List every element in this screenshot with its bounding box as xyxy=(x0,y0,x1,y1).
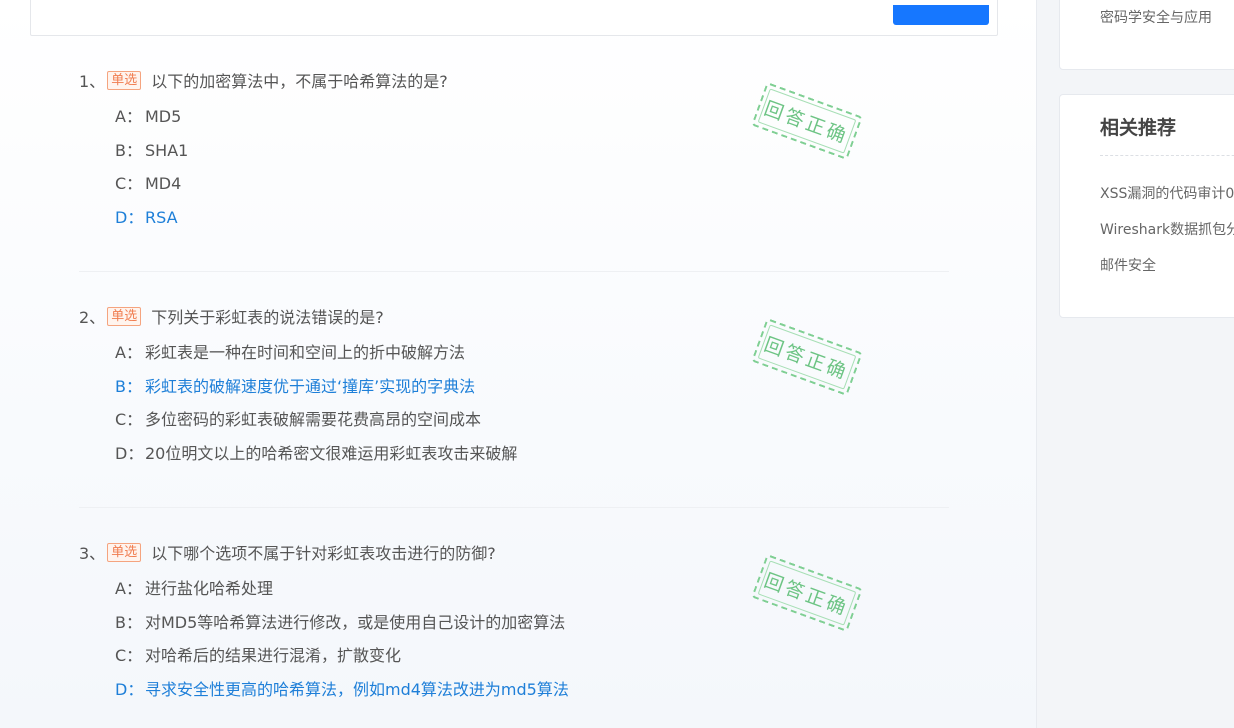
question-number: 2、 xyxy=(79,308,106,327)
question-header: 2、 单选 下列关于彩虹表的说法错误的是? xyxy=(79,304,949,328)
question-text: 下列关于彩虹表的说法错误的是? xyxy=(151,308,384,327)
question-type-badge: 单选 xyxy=(107,70,142,90)
sidebar-course-link[interactable]: 密码学安全与应用 xyxy=(1100,7,1212,27)
option-d[interactable]: D： 寻求安全性更高的哈希算法，例如md4算法改进为md5算法 xyxy=(115,673,949,707)
related-recommend-card: 相关推荐 XSS漏洞的代码审计0 Wireshark数据抓包分 邮件安全 xyxy=(1059,94,1234,318)
recommend-item[interactable]: 邮件安全 xyxy=(1100,255,1156,275)
question-header: 1、 单选 以下的加密算法中，不属于哈希算法的是? xyxy=(79,68,949,92)
question-number: 1、 xyxy=(79,72,106,91)
option-d[interactable]: D： 20位明文以上的哈希密文很难运用彩虹表攻击来破解 xyxy=(115,437,949,471)
question-3: 3、 单选 以下哪个选项不属于针对彩虹表攻击进行的防御? A： 进行盐化哈希处理 … xyxy=(79,540,949,707)
top-input-box xyxy=(30,0,998,36)
question-type-badge: 单选 xyxy=(107,542,142,562)
recommend-item[interactable]: Wireshark数据抓包分 xyxy=(1100,219,1234,239)
question-text: 以下的加密算法中，不属于哈希算法的是? xyxy=(151,72,448,91)
question-number: 3、 xyxy=(79,544,106,563)
recommend-title: 相关推荐 xyxy=(1100,117,1177,139)
divider xyxy=(79,507,949,508)
option-c[interactable]: C： MD4 xyxy=(115,167,949,201)
submit-button[interactable] xyxy=(893,5,989,25)
question-text: 以下哪个选项不属于针对彩虹表攻击进行的防御? xyxy=(151,544,496,563)
question-type-badge: 单选 xyxy=(107,306,142,326)
option-d[interactable]: D： RSA xyxy=(115,201,949,235)
divider xyxy=(1100,155,1234,156)
main-content: 1、 单选 以下的加密算法中，不属于哈希算法的是? A： MD5 B： SHA1 C… xyxy=(0,0,1037,728)
recommend-item[interactable]: XSS漏洞的代码审计0 xyxy=(1100,183,1234,203)
option-c[interactable]: C： 对哈希后的结果进行混淆，扩散变化 xyxy=(115,639,949,673)
option-c[interactable]: C： 多位密码的彩虹表破解需要花费高昂的空间成本 xyxy=(115,403,949,437)
sidebar-course-card: 密码学安全与应用 xyxy=(1059,0,1234,70)
question-1: 1、 单选 以下的加密算法中，不属于哈希算法的是? A： MD5 B： SHA1 C… xyxy=(79,68,949,235)
divider xyxy=(79,271,949,272)
question-2: 2、 单选 下列关于彩虹表的说法错误的是? A： 彩虹表是一种在时间和空间上的折中… xyxy=(79,304,949,471)
question-header: 3、 单选 以下哪个选项不属于针对彩虹表攻击进行的防御? xyxy=(79,540,949,564)
